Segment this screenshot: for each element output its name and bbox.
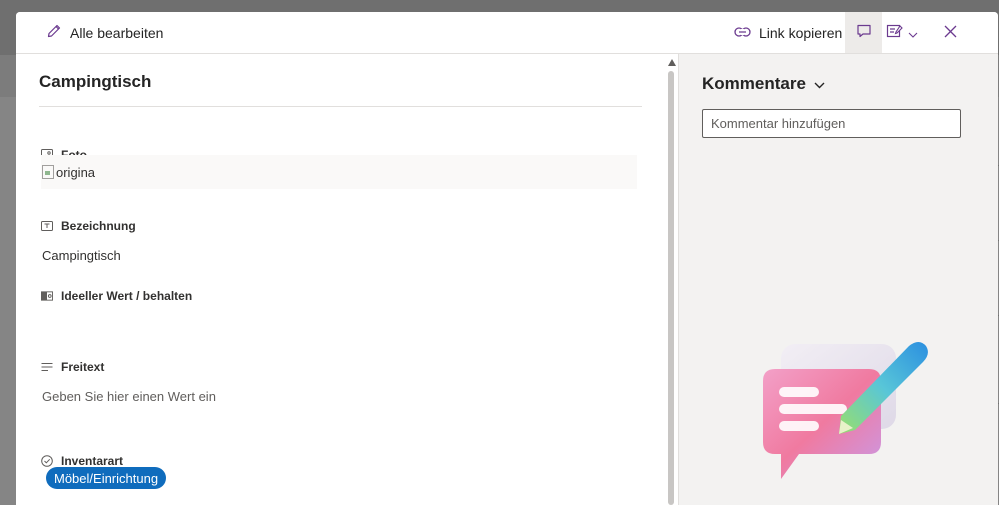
value-label: Ideeller Wert / behalten bbox=[61, 289, 193, 303]
text-field-icon bbox=[41, 220, 53, 232]
comment-icon bbox=[856, 23, 872, 42]
scroll-up-arrow-icon[interactable] bbox=[668, 59, 676, 66]
field-label-name: Bezeichnung bbox=[41, 219, 136, 233]
category-label: Inventarart bbox=[61, 454, 124, 468]
close-icon bbox=[944, 25, 957, 41]
freetext-label: Freitext bbox=[61, 360, 105, 374]
field-label-category: Inventarart bbox=[41, 454, 123, 468]
comment-input[interactable] bbox=[702, 109, 961, 138]
comments-pane: Kommentare bbox=[678, 54, 998, 505]
comments-illustration bbox=[741, 324, 931, 505]
chevron-down-icon bbox=[908, 25, 918, 41]
field-label-value: Ideeller Wert / behalten bbox=[41, 289, 192, 303]
close-button[interactable] bbox=[940, 12, 960, 53]
item-title: Campingtisch bbox=[39, 72, 152, 91]
panel-toolbar: Alle bearbeiten Link kopieren bbox=[16, 12, 998, 54]
item-form: Campingtisch Foto origina Bezeichnung Ca… bbox=[16, 54, 666, 505]
comments-toggle-button[interactable] bbox=[845, 12, 882, 53]
photo-alt-text: origina bbox=[56, 164, 96, 180]
freetext-input[interactable]: Geben Sie hier einen Wert ein bbox=[42, 389, 216, 404]
link-icon bbox=[734, 25, 759, 41]
edit-all-button[interactable]: Alle bearbeiten bbox=[46, 12, 163, 53]
name-value[interactable]: Campingtisch bbox=[42, 248, 121, 263]
form-edit-icon bbox=[886, 23, 904, 42]
comments-header[interactable]: Kommentare bbox=[702, 74, 825, 94]
photo-field[interactable]: origina bbox=[41, 155, 637, 189]
edit-form-dropdown-button[interactable] bbox=[886, 12, 928, 53]
item-detail-panel: Alle bearbeiten Link kopieren Campingtis… bbox=[16, 12, 998, 505]
form-scrollbar[interactable] bbox=[666, 54, 678, 505]
name-label: Bezeichnung bbox=[61, 219, 136, 233]
broken-image-icon bbox=[42, 165, 54, 179]
category-choice-chip[interactable]: Möbel/Einrichtung bbox=[46, 467, 167, 489]
currency-icon bbox=[41, 290, 53, 302]
copy-link-button[interactable]: Link kopieren bbox=[734, 12, 842, 53]
title-divider bbox=[39, 106, 642, 107]
field-label-freetext: Freitext bbox=[41, 360, 104, 374]
scroll-thumb[interactable] bbox=[668, 71, 674, 505]
chevron-down-icon bbox=[814, 74, 825, 94]
edit-all-label: Alle bearbeiten bbox=[70, 24, 164, 41]
comments-title: Kommentare bbox=[702, 74, 806, 93]
pencil-icon bbox=[46, 23, 70, 42]
copy-link-label: Link kopieren bbox=[759, 24, 843, 41]
multiline-text-icon bbox=[41, 361, 53, 373]
choice-icon bbox=[41, 455, 53, 467]
